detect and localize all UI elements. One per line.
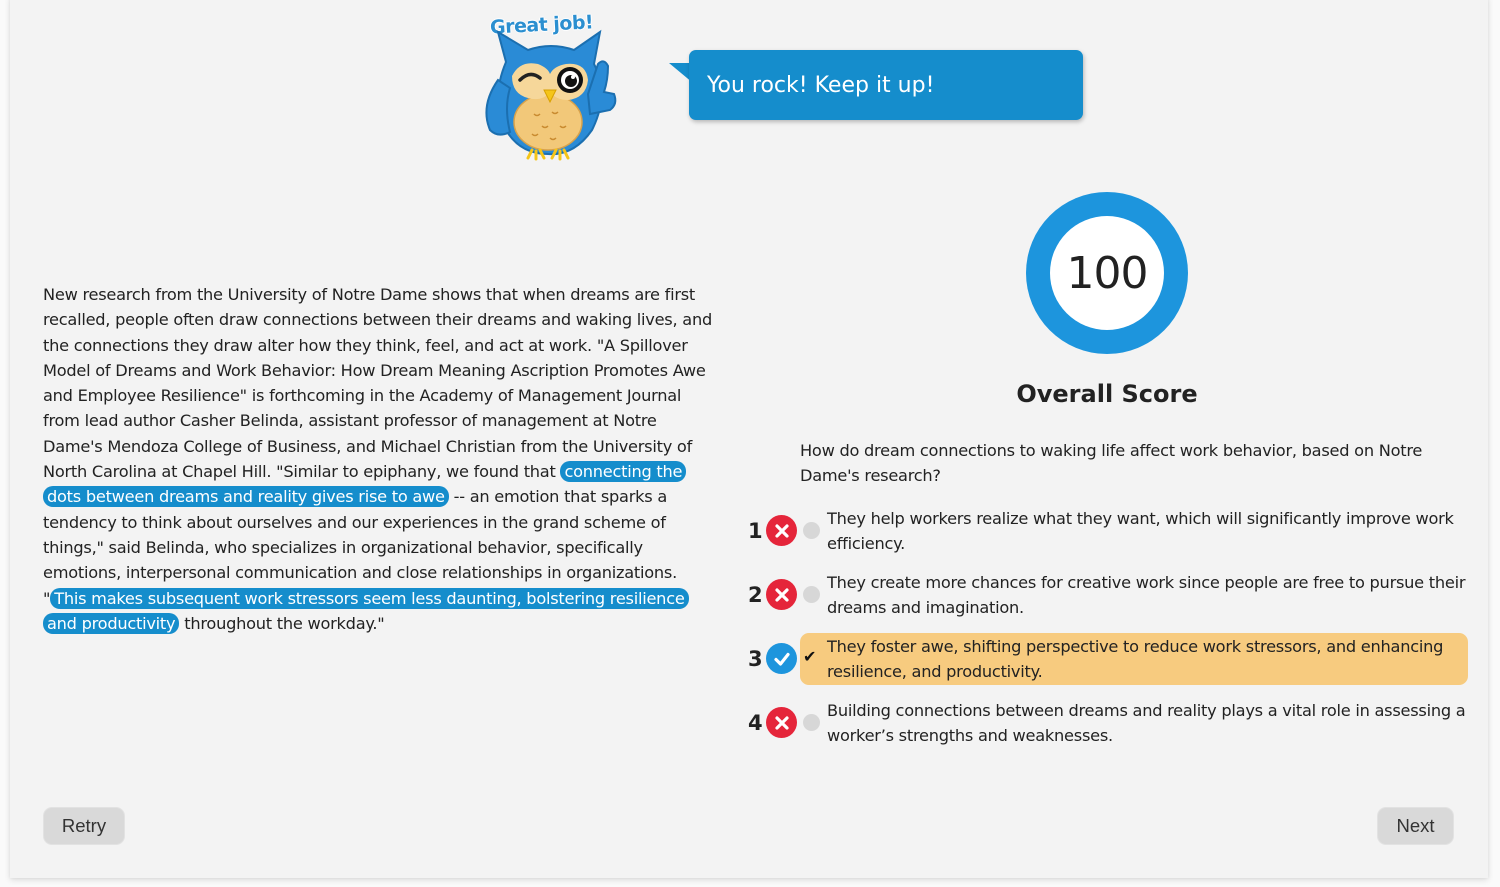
option-text: They create more chances for creative wo… <box>827 573 1466 618</box>
option-text: They foster awe, shifting perspective to… <box>827 637 1444 682</box>
passage-text: throughout the workday." <box>179 613 385 633</box>
answer-option[interactable]: 4 Building connections between dreams and… <box>748 697 1470 749</box>
quiz-question: How do dream connections to waking life … <box>800 441 1423 486</box>
answer-option[interactable]: 3 They foster awe, shifting perspective t… <box>748 633 1470 685</box>
feedback-message: You rock! Keep it up! <box>707 72 935 98</box>
check-circle-icon <box>766 643 797 674</box>
option-radio[interactable] <box>803 714 820 731</box>
score-value: 100 <box>1050 216 1164 330</box>
x-circle-icon <box>766 579 797 610</box>
option-number: 1 <box>748 519 763 543</box>
option-answer-box[interactable]: They foster awe, shifting perspective to… <box>800 633 1468 685</box>
next-button[interactable]: Next <box>1377 807 1454 845</box>
retry-button[interactable]: Retry <box>43 807 125 845</box>
overall-score-label: Overall Score <box>1016 380 1198 408</box>
option-number: 4 <box>748 711 763 735</box>
score-ring: 100 <box>1026 192 1188 354</box>
x-circle-icon <box>766 515 797 546</box>
answer-option[interactable]: 1 They help workers realize what they wan… <box>748 505 1470 557</box>
answer-option[interactable]: 2 They create more chances for creative w… <box>748 569 1470 621</box>
feedback-speech-bubble: You rock! Keep it up! <box>689 50 1083 120</box>
option-answer-box[interactable]: Building connections between dreams and … <box>800 697 1468 749</box>
option-number: 3 <box>748 647 763 671</box>
option-answer-box[interactable]: They help workers realize what they want… <box>800 505 1468 557</box>
owl-mascot-icon <box>485 29 617 161</box>
option-radio[interactable] <box>803 522 820 539</box>
option-text: Building connections between dreams and … <box>827 701 1466 746</box>
reading-passage: New research from the University of Notr… <box>43 282 715 636</box>
option-number: 2 <box>748 583 763 607</box>
x-circle-icon <box>766 707 797 738</box>
option-radio[interactable] <box>803 586 820 603</box>
selected-checkmark-icon[interactable]: ✔ <box>803 647 816 666</box>
passage-text: New research from the University of Notr… <box>43 285 712 482</box>
option-text: They help workers realize what they want… <box>827 509 1454 554</box>
option-answer-box[interactable]: They create more chances for creative wo… <box>800 569 1468 621</box>
